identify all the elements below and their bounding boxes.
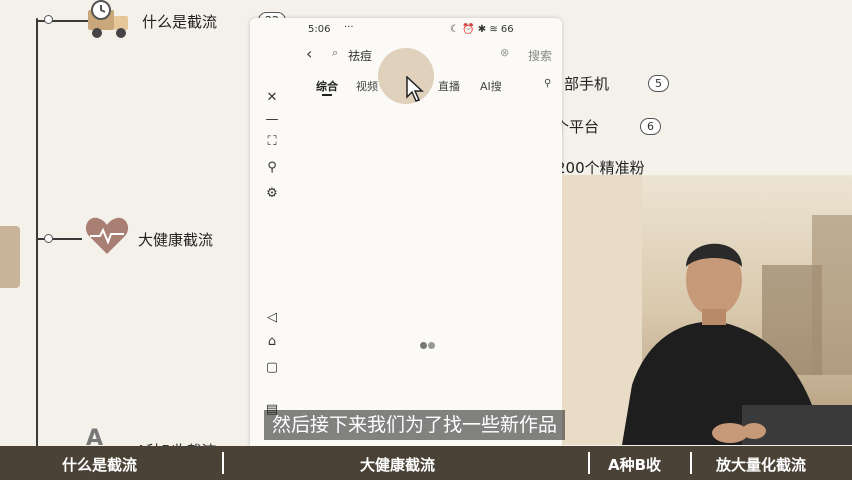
tab-live[interactable]: 直播 xyxy=(438,78,460,94)
back-arrow-icon[interactable]: ‹ xyxy=(306,44,312,63)
loading-dot xyxy=(420,342,427,349)
video-subtitle: 然后接下来我们为了找一些新作品 xyxy=(264,410,566,440)
chapter-divider xyxy=(588,452,590,474)
node-expand-dot[interactable] xyxy=(44,234,53,243)
tab-video[interactable]: 视频 xyxy=(356,78,378,94)
active-tab-indicator xyxy=(322,94,332,96)
delivery-truck-icon xyxy=(84,0,134,42)
close-icon[interactable]: ✕ xyxy=(264,90,280,106)
recent-apps-icon[interactable]: ▢ xyxy=(264,360,280,376)
chapter-health-interception[interactable]: 大健康截流 xyxy=(360,454,435,475)
result-tabs: 综合 视频 直播 AI搜 ⚲ xyxy=(314,74,554,98)
status-bar: 5:06 ··· ☾ ⏰ ✱ ≋ 66 xyxy=(250,18,562,40)
back-icon[interactable]: ◁ xyxy=(264,310,280,326)
count-badge: 5 xyxy=(648,75,669,92)
collapse-tab[interactable] xyxy=(0,226,20,288)
count-badge: 6 xyxy=(640,118,661,135)
node-expand-dot[interactable] xyxy=(44,15,53,24)
home-icon[interactable]: ⌂ xyxy=(264,334,280,350)
child-node-label[interactable]: 部手机 xyxy=(564,73,609,94)
settings-icon[interactable]: ⚙ xyxy=(264,186,280,202)
fullscreen-icon[interactable]: ⛶ xyxy=(264,134,280,150)
tab-ai-search[interactable]: AI搜 xyxy=(480,78,502,94)
phone-mirror-window[interactable]: 5:06 ··· ☾ ⏰ ✱ ≋ 66 ‹ ⌕ 祛痘 ⊗ 搜索 综合 视频 直播… xyxy=(250,18,562,469)
filter-icon[interactable]: ⚲ xyxy=(544,78,551,89)
pin-icon[interactable]: ⚲ xyxy=(264,160,280,176)
search-button[interactable]: 搜索 xyxy=(528,47,552,64)
tab-comprehensive[interactable]: 综合 xyxy=(316,78,338,94)
cursor-pointer-icon xyxy=(406,75,424,106)
bottom-chapter-bar: 什么是截流 大健康截流 A种B收 放大量化截流 xyxy=(0,446,852,480)
heart-pulse-icon xyxy=(84,214,130,258)
chapter-scale-interception[interactable]: 放大量化截流 xyxy=(716,454,806,475)
chapter-a-plant-b-harvest[interactable]: A种B收 xyxy=(608,454,661,475)
status-time: 5:06 xyxy=(308,24,331,35)
clear-icon[interactable]: ⊗ xyxy=(500,46,509,59)
presenter-video xyxy=(562,175,852,445)
status-icons: ☾ ⏰ ✱ ≋ 66 xyxy=(450,24,514,35)
node-label[interactable]: 大健康截流 xyxy=(138,229,213,250)
node-label[interactable]: 什么是截流 xyxy=(142,11,217,32)
minimize-icon[interactable]: — xyxy=(264,112,280,128)
loading-dot xyxy=(428,342,435,349)
status-dots: ··· xyxy=(344,22,354,33)
search-icon: ⌕ xyxy=(332,46,339,59)
chapter-divider xyxy=(690,452,692,474)
chapter-divider xyxy=(222,452,224,474)
search-input[interactable]: 祛痘 xyxy=(348,47,372,64)
chapter-what-is-interception[interactable]: 什么是截流 xyxy=(62,454,137,475)
